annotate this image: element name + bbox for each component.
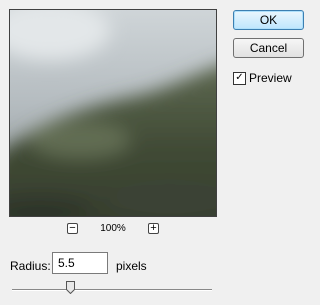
checkmark-icon: ✓ <box>235 72 244 83</box>
zoom-in-button[interactable]: + <box>148 223 159 234</box>
preview-label: Preview <box>249 71 292 85</box>
minus-icon: − <box>69 222 76 234</box>
preview-checkbox[interactable]: ✓ <box>233 71 246 85</box>
radius-input[interactable]: 5.5 <box>52 252 108 274</box>
radius-slider-track[interactable] <box>12 289 212 291</box>
zoom-controls: − 100% + <box>67 223 159 234</box>
plus-icon: + <box>150 222 157 234</box>
radius-slider-thumb[interactable] <box>65 281 75 294</box>
zoom-level: 100% <box>100 223 126 234</box>
blurred-landscape-image <box>10 10 216 216</box>
ok-button[interactable]: OK <box>233 10 304 30</box>
preview-image[interactable] <box>9 9 217 217</box>
preview-checkbox-row[interactable]: ✓ Preview <box>233 71 292 85</box>
radius-unit-label: pixels <box>116 259 147 273</box>
zoom-out-button[interactable]: − <box>67 223 78 234</box>
radius-label: Radius: <box>10 259 51 273</box>
cancel-button[interactable]: Cancel <box>233 38 304 58</box>
